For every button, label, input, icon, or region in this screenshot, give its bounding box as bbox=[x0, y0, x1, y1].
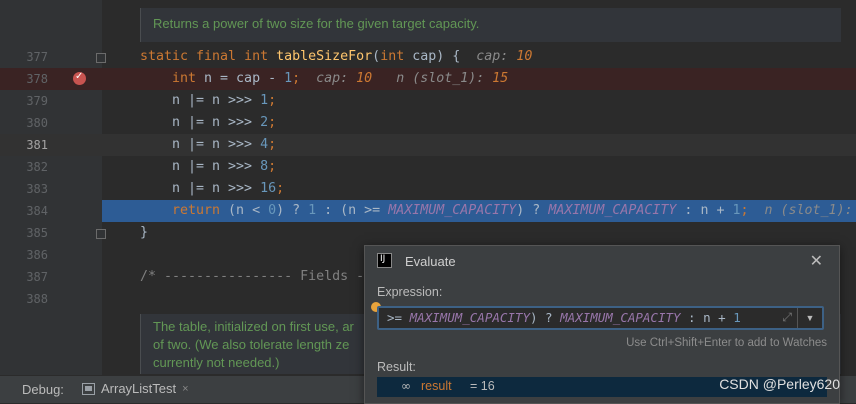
watch-hint: Use Ctrl+Shift+Enter to add to Watches bbox=[626, 337, 827, 349]
code-line-377[interactable]: 377 static final int tableSizeFor(int ca… bbox=[0, 46, 856, 68]
breakpoint-icon[interactable]: ✓ bbox=[73, 71, 86, 85]
dialog-titlebar[interactable]: IJ Evaluate ✕ bbox=[365, 246, 839, 276]
line-number: 377 bbox=[26, 50, 48, 64]
debug-tab-arraylisttest[interactable]: ArrayListTest × bbox=[82, 381, 189, 396]
result-label: Result: bbox=[377, 360, 416, 374]
code-line-382[interactable]: 382 n |= n >>> 8; bbox=[0, 156, 856, 178]
code-line-383[interactable]: 383 n |= n >>> 16; bbox=[0, 178, 856, 200]
code-text: n |= n >>> 16; bbox=[172, 181, 285, 196]
code-text: n |= n >>> 1; bbox=[172, 93, 277, 108]
line-number: 380 bbox=[26, 116, 48, 130]
expression-input[interactable]: >= MAXIMUM_CAPACITY) ? MAXIMUM_CAPACITY … bbox=[377, 306, 824, 330]
debug-tab-label: ArrayListTest bbox=[101, 381, 177, 396]
watermark: CSDN @Perley620 bbox=[719, 376, 840, 392]
code-line-379[interactable]: 379 n |= n >>> 1; bbox=[0, 90, 856, 112]
line-number: 378 bbox=[26, 72, 48, 86]
code-text: n |= n >>> 4; bbox=[172, 137, 277, 152]
line-number: 381 bbox=[26, 138, 48, 152]
code-text: int n = cap - 1; cap: 10 n (slot_1): 15 bbox=[172, 71, 509, 86]
history-dropdown-button[interactable]: ▼ bbox=[797, 308, 822, 328]
run-config-icon bbox=[82, 382, 95, 395]
line-number: 385 bbox=[26, 226, 48, 240]
line-number: 382 bbox=[26, 160, 48, 174]
code-line-378[interactable]: 378 ✓ int n = cap - 1; cap: 10 n (slot_1… bbox=[0, 68, 856, 90]
code-line-381[interactable]: 381 n |= n >>> 4; bbox=[0, 134, 856, 156]
line-number: 379 bbox=[26, 94, 48, 108]
line-number: 387 bbox=[26, 270, 48, 284]
javadoc-text: Returns a power of two size for the give… bbox=[153, 16, 480, 31]
javadoc-block: Returns a power of two size for the give… bbox=[140, 8, 841, 42]
expression-label: Expression: bbox=[377, 285, 443, 299]
code-text: return (n < 0) ? 1 : (n >= MAXIMUM_CAPAC… bbox=[172, 203, 853, 218]
close-icon[interactable]: × bbox=[182, 383, 188, 395]
code-line-385[interactable]: 385 } bbox=[0, 222, 856, 244]
code-text: } bbox=[140, 225, 149, 240]
code-text: n |= n >>> 8; bbox=[172, 159, 277, 174]
code-line-384[interactable]: 384 return (n < 0) ? 1 : (n >= MAXIMUM_C… bbox=[0, 200, 856, 222]
expand-icon[interactable]: ⤢ bbox=[782, 310, 792, 325]
line-number: 384 bbox=[26, 204, 48, 218]
watch-glasses-icon: ∞ bbox=[401, 379, 411, 393]
debug-label: Debug: bbox=[22, 382, 64, 397]
result-name: result bbox=[421, 379, 452, 393]
code-line-380[interactable]: 380 n |= n >>> 2; bbox=[0, 112, 856, 134]
close-icon[interactable]: ✕ bbox=[810, 251, 823, 271]
fold-icon[interactable] bbox=[96, 229, 106, 239]
result-value: = 16 bbox=[470, 379, 495, 393]
intellij-logo-icon: IJ bbox=[377, 253, 392, 268]
code-text: n |= n >>> 2; bbox=[172, 115, 277, 130]
code-text: static final int tableSizeFor(int cap) {… bbox=[140, 49, 533, 64]
dialog-title: Evaluate bbox=[405, 254, 456, 269]
line-number: 388 bbox=[26, 292, 48, 306]
line-number: 386 bbox=[26, 248, 48, 262]
code-text: /* ---------------- Fields - bbox=[140, 269, 365, 284]
line-number: 383 bbox=[26, 182, 48, 196]
expression-text: >= MAXIMUM_CAPACITY) ? MAXIMUM_CAPACITY … bbox=[387, 310, 741, 325]
fold-icon[interactable] bbox=[96, 53, 106, 63]
